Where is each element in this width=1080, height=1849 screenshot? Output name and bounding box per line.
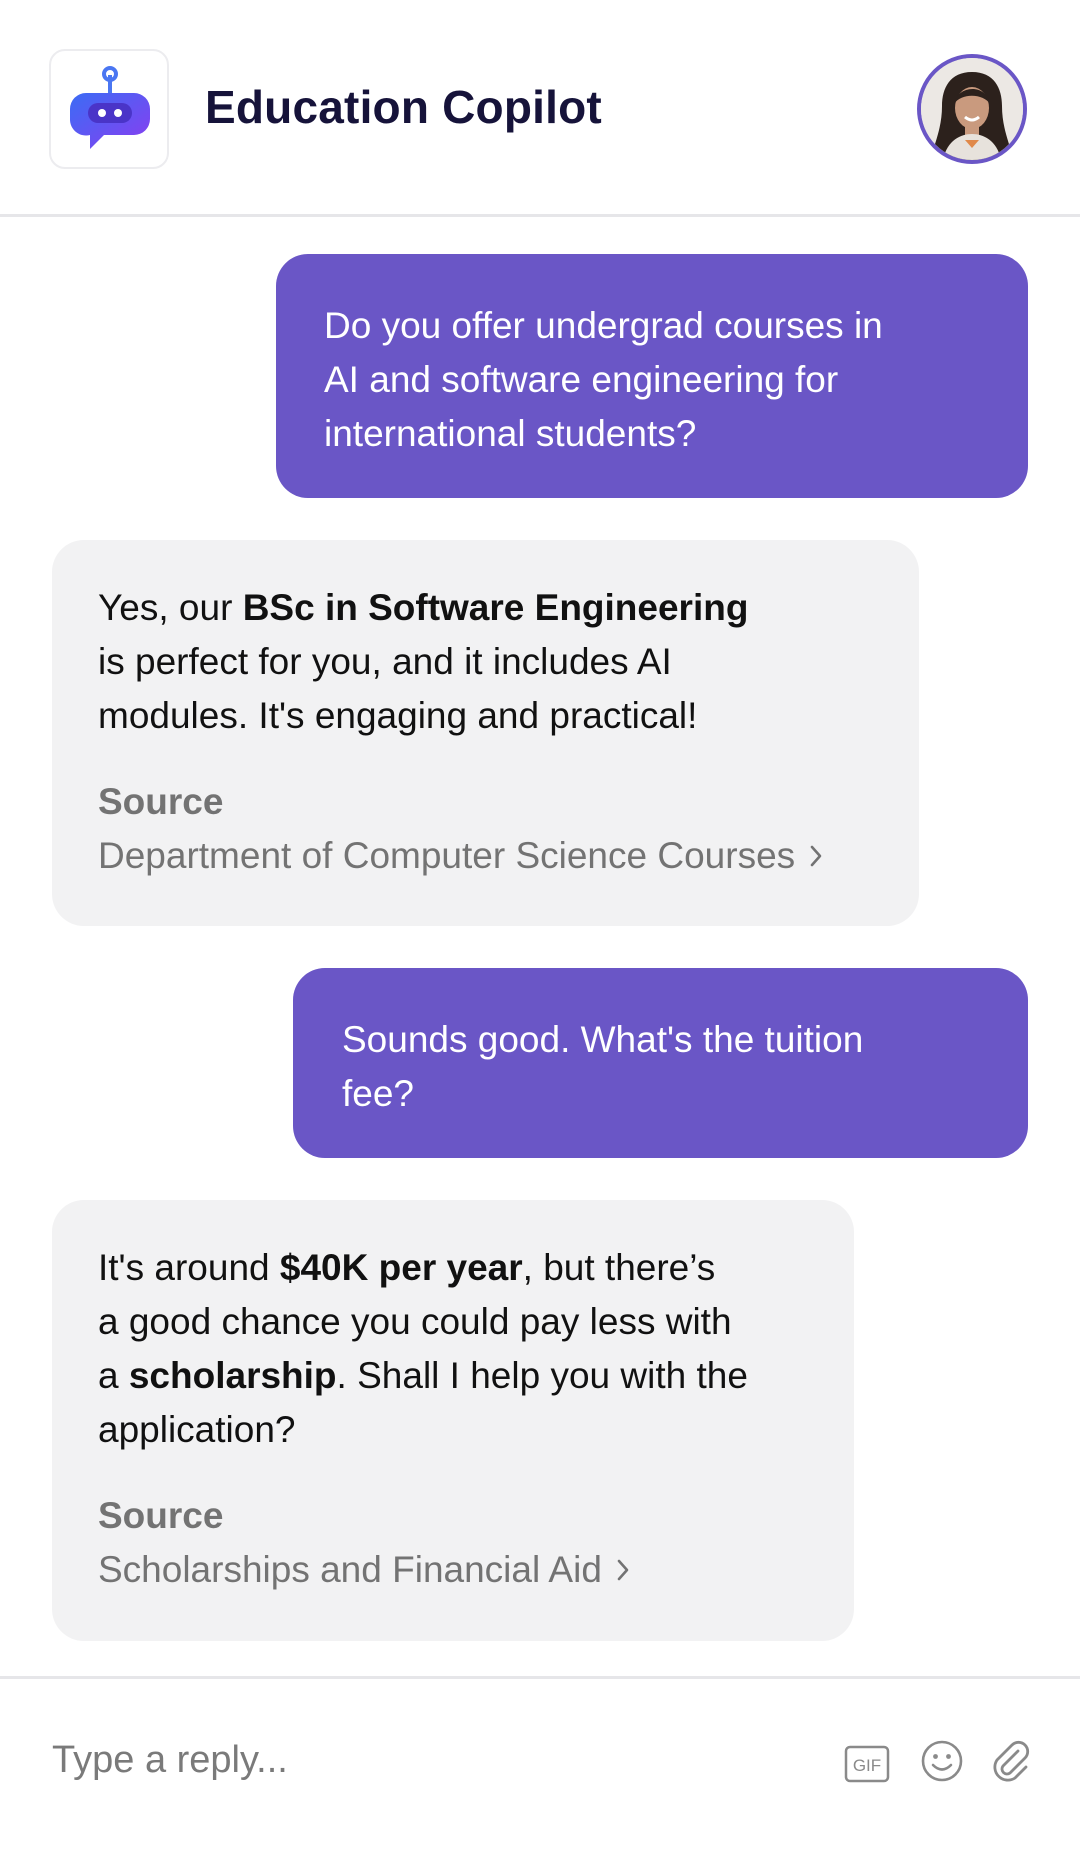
chevron-right-icon (810, 845, 822, 867)
reply-composer: GIF (0, 1676, 1080, 1849)
user-message: Sounds good. What's the tuition fee? (293, 968, 1028, 1158)
message-text: international students? (324, 413, 697, 454)
gif-button[interactable]: GIF (844, 1745, 890, 1788)
app-title: Education Copilot (205, 81, 602, 133)
bot-message: Yes, our BSc in Software Engineering is … (52, 540, 919, 926)
attach-button[interactable] (988, 1737, 1032, 1790)
source-link[interactable]: Department of Computer Science Courses (98, 829, 873, 883)
source-label: Source (98, 781, 224, 822)
message-text: application? (98, 1409, 296, 1450)
robot-chat-icon (69, 66, 150, 149)
message-text: AI and software engineering for (324, 359, 839, 400)
message-text: a scholarship. Shall I help you with the (98, 1355, 748, 1396)
user-message: Do you offer undergrad courses in AI and… (276, 254, 1028, 498)
paperclip-icon (993, 1740, 1030, 1782)
emoji-button[interactable] (920, 1739, 964, 1788)
source-link[interactable]: Scholarships and Financial Aid (98, 1543, 808, 1597)
gif-icon: GIF (844, 1745, 890, 1783)
source-label: Source (98, 1495, 224, 1536)
emoji-icon (921, 1740, 963, 1782)
svg-text:GIF: GIF (853, 1756, 881, 1775)
message-text: modules. It's engaging and practical! (98, 695, 698, 736)
bot-message: It's around $40K per year, but there’s a… (52, 1200, 854, 1641)
message-text: fee? (342, 1073, 415, 1114)
message-text: It's around $40K per year, but there’s (98, 1247, 716, 1288)
user-avatar[interactable] (917, 54, 1027, 164)
message-text: is perfect for you, and it includes AI (98, 641, 672, 682)
message-text: a good chance you could pay less with (98, 1301, 732, 1342)
message-text: Sounds good. What's the tuition (342, 1019, 864, 1060)
chat-header: Education Copilot (0, 0, 1080, 217)
chevron-right-icon (617, 1559, 629, 1581)
app-logo (49, 49, 169, 169)
message-text: Yes, our BSc in Software Engineering (98, 587, 749, 628)
reply-input[interactable] (52, 1725, 772, 1795)
message-text: Do you offer undergrad courses in (324, 305, 883, 346)
